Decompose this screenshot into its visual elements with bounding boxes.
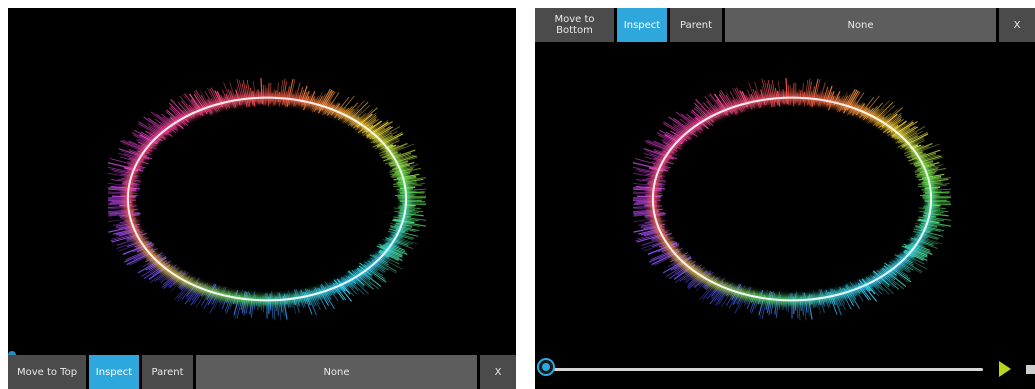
- particle-rays: [108, 78, 426, 321]
- particle-ray: [922, 195, 951, 198]
- selection-field[interactable]: None: [725, 8, 996, 42]
- inspect-button[interactable]: Inspect: [89, 355, 139, 389]
- right-viewport: Move to Bottom Inspect Parent None X: [535, 8, 1035, 389]
- timeline-scrubber[interactable]: [537, 358, 555, 376]
- play-icon[interactable]: [999, 361, 1011, 377]
- rainbow-ring-visual: [108, 76, 426, 322]
- rainbow-ring-svg: [108, 78, 426, 321]
- move-to-bottom-button[interactable]: Move to Bottom: [535, 8, 614, 42]
- particle-ray: [633, 205, 662, 208]
- timeline-track[interactable]: [553, 368, 983, 371]
- close-button[interactable]: X: [999, 8, 1035, 42]
- parent-button[interactable]: Parent: [670, 8, 722, 42]
- particle-rays: [633, 78, 951, 321]
- selection-field[interactable]: None: [196, 355, 477, 389]
- particle-ray: [397, 195, 426, 198]
- left-viewport: Move to Top Inspect Parent None X: [8, 8, 516, 389]
- particle-ray: [796, 291, 799, 319]
- parent-button[interactable]: Parent: [142, 355, 193, 389]
- close-button[interactable]: X: [480, 355, 516, 389]
- particle-ray: [108, 205, 137, 208]
- left-toolbar: Move to Top Inspect Parent None X: [8, 355, 516, 389]
- inspect-button[interactable]: Inspect: [617, 8, 667, 42]
- particle-ray: [271, 291, 274, 319]
- rainbow-ring-visual: [633, 76, 951, 322]
- rainbow-ring-svg: [633, 78, 951, 321]
- right-toolbar: Move to Bottom Inspect Parent None X: [535, 8, 1035, 42]
- playback-timeline: [535, 349, 1035, 389]
- move-to-top-button[interactable]: Move to Top: [8, 355, 86, 389]
- stop-icon[interactable]: [1026, 365, 1035, 374]
